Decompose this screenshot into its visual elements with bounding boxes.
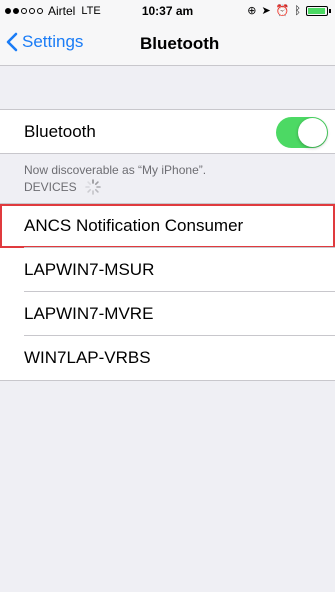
bluetooth-toggle-switch[interactable] (276, 117, 328, 148)
alarm-icon: ⏰ (275, 5, 290, 17)
page-title: Bluetooth (140, 34, 220, 53)
battery-cap-icon (329, 8, 331, 13)
back-label: Settings (22, 32, 84, 51)
location-icon: ➤ (261, 5, 271, 17)
loading-spinner-icon (84, 179, 101, 195)
devices-header-label: DEVICES (24, 180, 77, 194)
status-right: ⊕ ➤ ⏰ ᛒ (247, 4, 331, 17)
status-bar: Airtel LTE 10:37 am ⊕ ➤ ⏰ ᛒ (0, 0, 335, 22)
device-item-win7lap-vrbs[interactable]: WIN7LAP-VRBS (0, 336, 335, 380)
discoverable-note: Now discoverable as “My iPhone”. (24, 163, 207, 177)
toggle-knob (298, 118, 327, 147)
chevron-left-icon (6, 32, 18, 52)
device-item-ancs[interactable]: ANCS Notification Consumer (0, 204, 335, 248)
device-list: ANCS Notification Consumer LAPWIN7-MSUR … (0, 203, 335, 381)
device-item-lapwin7-msur[interactable]: LAPWIN7-MSUR (0, 248, 335, 292)
bluetooth-toggle-group: Bluetooth (0, 109, 335, 154)
back-button[interactable]: Settings (6, 32, 83, 52)
device-name: LAPWIN7-MVRE (24, 304, 154, 323)
device-item-lapwin7-mvre[interactable]: LAPWIN7-MVRE (0, 292, 335, 336)
navigation-bar: Settings Bluetooth (0, 22, 335, 66)
battery-icon (306, 5, 328, 16)
bluetooth-label: Bluetooth (24, 122, 96, 141)
lock-rotation-icon: ⊕ (247, 5, 257, 17)
device-name: ANCS Notification Consumer (24, 216, 244, 235)
device-name: LAPWIN7-MSUR (24, 260, 155, 279)
devices-header: DEVICES (24, 179, 101, 195)
device-name: WIN7LAP-VRBS (24, 348, 151, 367)
bluetooth-toggle-row: Bluetooth (0, 110, 335, 153)
bluetooth-icon: ᛒ (294, 4, 301, 17)
